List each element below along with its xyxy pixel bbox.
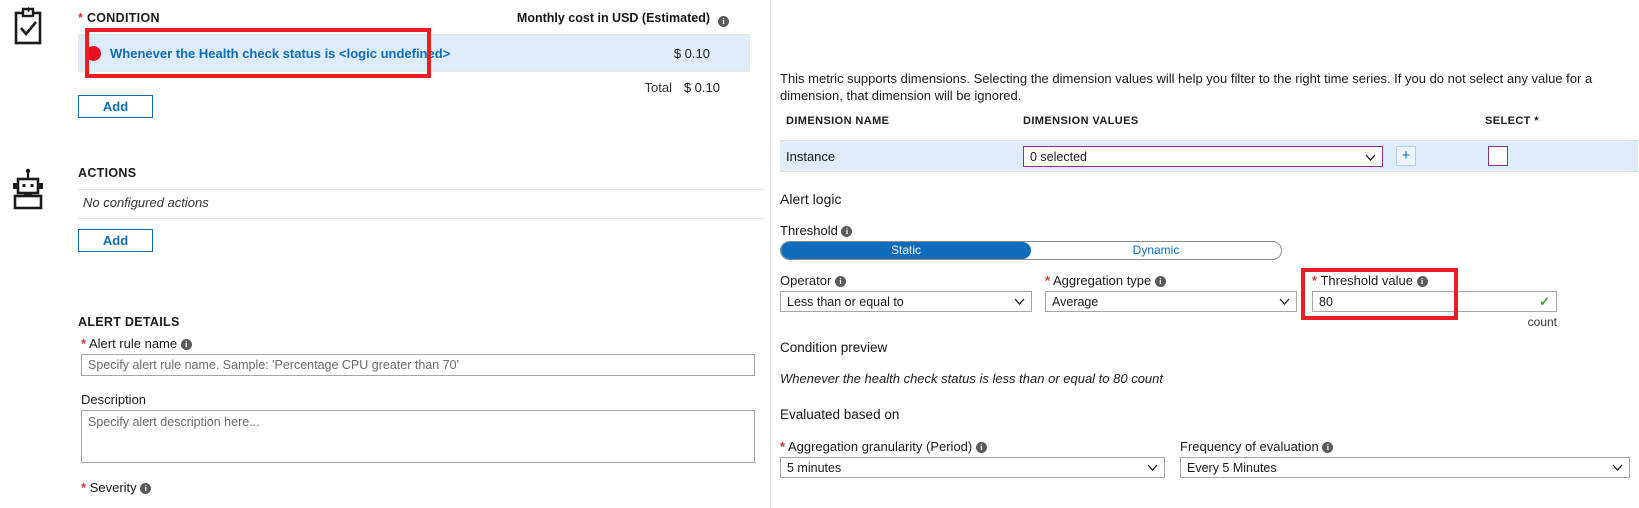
required-asterisk: * — [1045, 273, 1051, 288]
add-dimension-value-button[interactable]: + — [1396, 146, 1416, 166]
configure-signal-logic-panel: This metric supports dimensions. Selecti… — [771, 0, 1639, 508]
info-icon[interactable]: i — [975, 442, 987, 453]
required-asterisk: * — [1312, 273, 1318, 288]
threshold-static-option[interactable]: Static — [781, 242, 1031, 259]
dimensions-description: This metric supports dimensions. Selecti… — [780, 71, 1593, 103]
chevron-down-icon — [1014, 295, 1025, 309]
aggregation-granularity-label-text: Aggregation granularity (Period) — [787, 439, 973, 454]
frequency-of-evaluation-value: Every 5 Minutes — [1187, 461, 1277, 475]
description-label: Description — [81, 392, 147, 407]
evaluated-based-on-title: Evaluated based on — [780, 407, 900, 422]
alert-rule-name-label-text: Alert rule name — [88, 336, 178, 351]
condition-row-label[interactable]: Whenever the Health check status is <log… — [110, 46, 450, 61]
threshold-unit-label: count — [1527, 315, 1557, 329]
aggregation-type-value: Average — [1052, 295, 1099, 309]
description-textarea[interactable] — [81, 410, 755, 463]
severity-field-clipped: * Severity i — [81, 482, 301, 508]
actions-section-title: ACTIONS — [78, 166, 137, 180]
info-icon[interactable]: i — [841, 226, 853, 237]
severity-label: * Severity i — [81, 482, 152, 495]
severity-label-text: Severity — [89, 482, 137, 495]
required-asterisk: * — [81, 482, 87, 495]
required-asterisk: * — [81, 336, 87, 351]
add-action-button[interactable]: Add — [78, 229, 153, 252]
info-icon[interactable]: i — [1322, 442, 1334, 453]
column-dimension-values: DIMENSION VALUES — [1023, 115, 1139, 127]
condition-section-title: * CONDITION — [78, 11, 160, 25]
dimension-row-instance: Instance 0 selected + — [780, 140, 1638, 172]
info-icon[interactable]: i — [140, 483, 152, 494]
aggregation-granularity-value: 5 minutes — [787, 461, 842, 475]
frequency-of-evaluation-label-text: Frequency of evaluation — [1180, 439, 1319, 454]
threshold-value-field[interactable]: 80 ✓ — [1312, 291, 1557, 312]
info-icon[interactable]: i — [834, 276, 846, 287]
aggregation-type-label-text: Aggregation type — [1052, 273, 1152, 288]
required-asterisk: * — [780, 439, 786, 454]
aggregation-type-label: * Aggregation type i — [1045, 273, 1166, 288]
operator-dropdown[interactable]: Less than or equal to — [780, 291, 1032, 312]
condition-section-label: CONDITION — [86, 11, 160, 25]
alert-rule-name-input[interactable] — [81, 354, 755, 376]
condition-status-dot-icon — [86, 46, 101, 61]
condition-preview-title: Condition preview — [780, 340, 888, 355]
condition-total-row: Total $ 0.10 — [78, 78, 750, 100]
dimension-select-checkbox[interactable] — [1488, 146, 1508, 166]
threshold-dynamic-option[interactable]: Dynamic — [1031, 242, 1281, 259]
threshold-value-text: 80 — [1319, 295, 1333, 309]
info-icon[interactable]: i — [1416, 276, 1428, 287]
aggregation-granularity-label: * Aggregation granularity (Period) i — [780, 439, 987, 454]
frequency-of-evaluation-dropdown[interactable]: Every 5 Minutes — [1180, 457, 1630, 478]
alert-rule-name-label: * Alert rule name i — [81, 336, 192, 351]
threshold-label-text: Threshold — [780, 223, 838, 238]
threshold-value-label-text: Threshold value — [1320, 273, 1413, 288]
column-select: SELECT * — [1485, 115, 1539, 127]
dimensions-table-header: DIMENSION NAME DIMENSION VALUES SELECT * — [780, 115, 1635, 133]
chevron-down-icon — [1147, 461, 1158, 475]
operator-value: Less than or equal to — [787, 295, 904, 309]
actions-empty-text: No configured actions — [83, 195, 209, 210]
cost-column-header: Monthly cost in USD (Estimated) — [516, 11, 710, 25]
aggregation-granularity-dropdown[interactable]: 5 minutes — [780, 457, 1165, 478]
total-label: Total — [644, 80, 672, 95]
frequency-of-evaluation-label: Frequency of evaluation i — [1180, 439, 1334, 454]
dimension-values-selected-text: 0 selected — [1030, 150, 1087, 164]
left-panel-content: * CONDITION Monthly cost in USD (Estimat… — [78, 0, 770, 508]
actions-empty-row: No configured actions — [78, 189, 764, 219]
column-dimension-name: DIMENSION NAME — [786, 115, 890, 127]
add-condition-button[interactable]: Add — [78, 95, 153, 118]
threshold-label: Threshold i — [780, 223, 853, 238]
chevron-down-icon — [1365, 151, 1376, 165]
info-icon[interactable]: i — [1154, 276, 1166, 287]
dimension-values-dropdown[interactable]: 0 selected — [1023, 146, 1383, 167]
alert-rule-left-panel: * CONDITION Monthly cost in USD (Estimat… — [0, 0, 770, 508]
operator-label: Operator i — [780, 273, 846, 288]
condition-row[interactable]: Whenever the Health check status is <log… — [78, 34, 750, 72]
condition-row-cost: $ 0.10 — [673, 46, 710, 61]
alert-details-section-title: ALERT DETAILS — [78, 315, 180, 329]
aggregation-type-dropdown[interactable]: Average — [1045, 291, 1297, 312]
operator-label-text: Operator — [780, 273, 832, 288]
alert-logic-title: Alert logic — [780, 191, 842, 207]
threshold-type-toggle[interactable]: Static Dynamic — [780, 241, 1282, 260]
clipboard-check-icon — [8, 6, 48, 48]
robot-icon — [8, 168, 48, 210]
app-root: * CONDITION Monthly cost in USD (Estimat… — [0, 0, 1639, 508]
threshold-value-label: * Threshold value i — [1312, 273, 1428, 288]
chevron-down-icon — [1612, 461, 1623, 475]
chevron-down-icon — [1279, 295, 1290, 309]
condition-preview-text: Whenever the health check status is less… — [780, 371, 1164, 386]
total-value: $ 0.10 — [683, 80, 720, 95]
dimension-name-value: Instance — [786, 149, 836, 164]
info-icon[interactable]: i — [718, 13, 729, 28]
required-asterisk: * — [78, 11, 84, 25]
condition-section-header: * CONDITION Monthly cost in USD (Estimat… — [78, 11, 758, 29]
info-icon[interactable]: i — [180, 339, 192, 350]
check-icon: ✓ — [1539, 294, 1550, 309]
